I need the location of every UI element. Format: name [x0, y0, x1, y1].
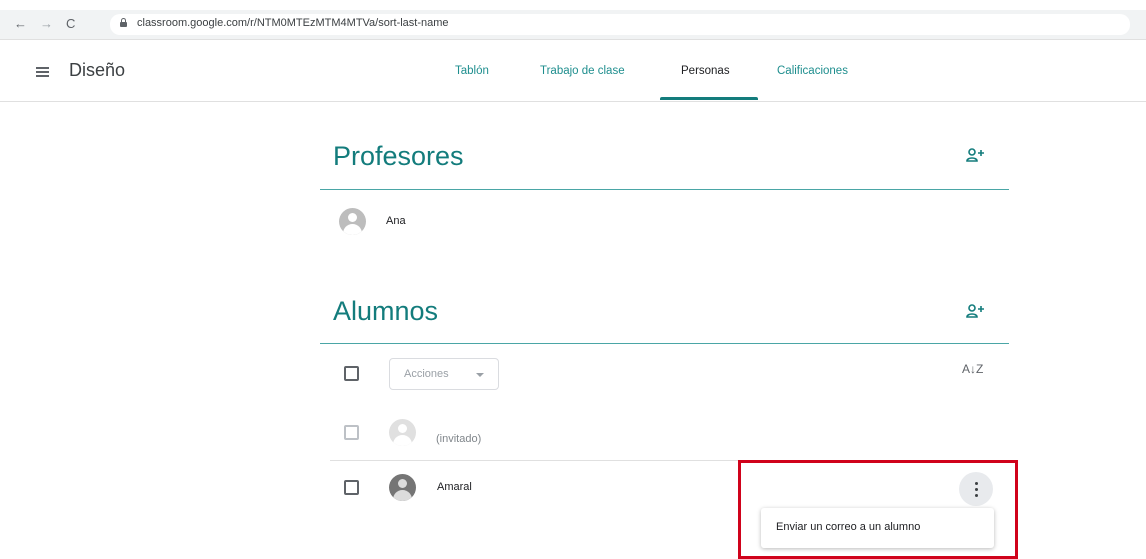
select-all-checkbox[interactable]	[344, 366, 359, 381]
browser-toolbar: ← → C classroom.google.com/r/NTM0MTEzMTM…	[0, 10, 1146, 40]
avatar	[389, 419, 416, 446]
reload-icon[interactable]: C	[66, 16, 75, 32]
student-name: Amaral	[437, 481, 472, 493]
back-arrow-icon[interactable]: ←	[14, 16, 27, 32]
avatar	[389, 474, 416, 501]
student-checkbox[interactable]	[344, 480, 359, 495]
address-bar[interactable]: classroom.google.com/r/NTM0MTEzMTM4MTVa/…	[110, 14, 1130, 35]
hamburger-menu-icon[interactable]	[36, 67, 49, 77]
teachers-heading: Profesores	[333, 141, 464, 171]
tab-grades[interactable]: Calificaciones	[777, 65, 848, 77]
forward-arrow-icon[interactable]: →	[40, 16, 53, 32]
actions-dropdown[interactable]: Acciones	[389, 358, 499, 390]
url-text: classroom.google.com/r/NTM0MTEzMTM4MTVa/…	[137, 17, 449, 29]
student-name: (invitado)	[436, 433, 482, 445]
tab-classwork[interactable]: Trabajo de clase	[540, 65, 625, 77]
avatar	[339, 208, 366, 235]
active-tab-indicator	[660, 97, 758, 100]
highlight-annotation	[738, 460, 1018, 559]
tab-people[interactable]: Personas	[681, 65, 730, 77]
class-title: Diseño	[69, 60, 126, 80]
app-header: Diseño Tablón Trabajo de clase Personas …	[0, 40, 1146, 102]
students-heading: Alumnos	[333, 296, 439, 326]
sort-alphabetical-icon[interactable]: A↓Z	[962, 362, 986, 380]
lock-icon	[120, 18, 127, 27]
teachers-divider	[320, 189, 1009, 190]
tab-stream[interactable]: Tablón	[455, 65, 489, 77]
caret-down-icon	[476, 373, 484, 377]
teacher-name: Ana	[386, 215, 406, 227]
add-teacher-icon[interactable]	[966, 148, 986, 162]
student-checkbox[interactable]	[344, 425, 359, 440]
actions-label: Acciones	[404, 368, 449, 380]
students-divider	[320, 343, 1009, 344]
invite-student-icon[interactable]	[966, 304, 986, 318]
